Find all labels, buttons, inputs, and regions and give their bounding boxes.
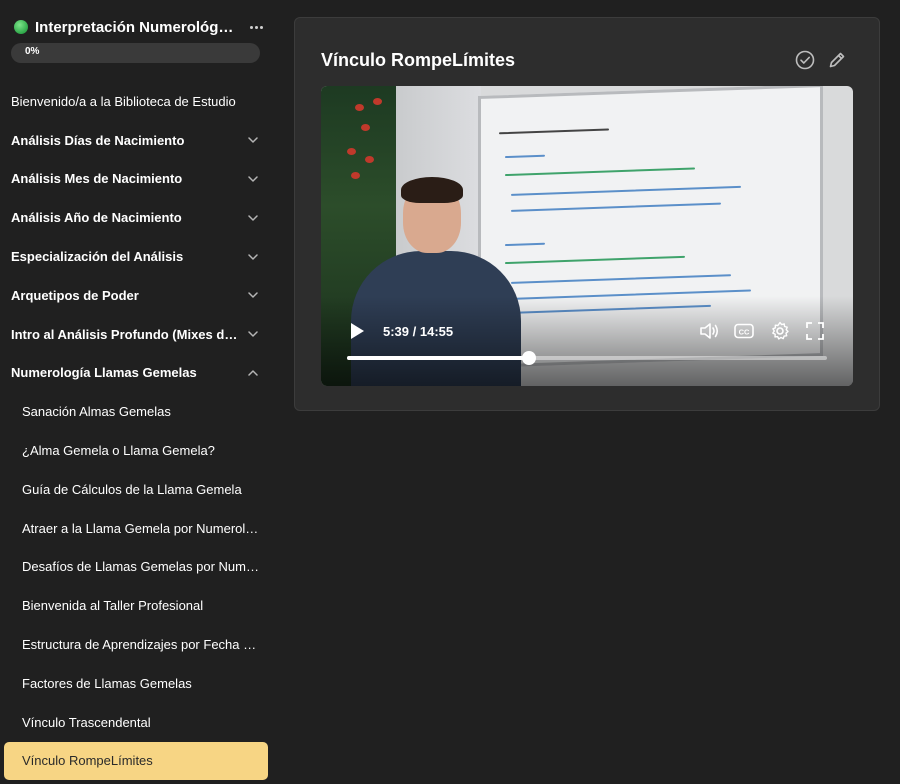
more-options-icon[interactable] xyxy=(246,17,266,37)
chevron-down-icon[interactable] xyxy=(246,288,260,302)
chevron-down-icon[interactable] xyxy=(246,211,260,225)
sidebar-section[interactable]: Numerología Llamas Gemelas xyxy=(0,354,274,393)
fullscreen-icon[interactable] xyxy=(804,320,826,342)
course-outline: Bienvenido/a a la Biblioteca de Estudio A… xyxy=(0,82,274,781)
video-seek-handle[interactable] xyxy=(521,351,536,365)
chevron-down-icon[interactable] xyxy=(246,327,260,341)
sidebar-item-label: Especialización del Análisis xyxy=(11,249,184,265)
play-icon[interactable] xyxy=(349,322,365,340)
sidebar-item[interactable]: Guía de Cálculos de la Llama Gemela xyxy=(0,470,274,509)
sidebar-item[interactable]: Factores de Llamas Gemelas xyxy=(0,664,274,703)
sidebar-item[interactable]: Sanación Almas Gemelas xyxy=(0,392,274,431)
sidebar-section[interactable]: Arquetipos de Poder xyxy=(0,276,274,315)
settings-icon[interactable] xyxy=(769,320,791,342)
sidebar-section[interactable]: Análisis Mes de Nacimiento xyxy=(0,160,274,199)
sidebar-item-label: Bienvenido/a a la Biblioteca de Estudio xyxy=(11,93,236,109)
course-progress-label: 0% xyxy=(25,46,40,57)
sidebar-item-label: Sanación Almas Gemelas xyxy=(22,404,171,420)
course-progress-bar: 0% xyxy=(11,43,260,63)
chevron-down-icon[interactable] xyxy=(246,250,260,264)
video-time: 5:39 / 14:55 xyxy=(383,324,454,339)
sidebar-item[interactable]: Atraer a la Llama Gemela por Numerología xyxy=(0,509,274,548)
sidebar-item-label: Análisis Días de Nacimiento xyxy=(11,132,185,148)
lesson-card: Vínculo RompeLímites 5:39 / 14:55 CC xyxy=(294,17,880,411)
sidebar-item-label: Intro al Análisis Profundo (Mixes de Núm… xyxy=(11,326,238,342)
sidebar: Interpretación Numerológica Avanzada 0% … xyxy=(0,0,274,784)
sidebar-item[interactable]: Estructura de Aprendizajes por Fecha de … xyxy=(0,625,274,664)
svg-text:CC: CC xyxy=(739,328,750,337)
video-seek-progress xyxy=(347,356,529,360)
sidebar-item-label: Estructura de Aprendizajes por Fecha de … xyxy=(22,637,260,653)
sidebar-item-label: Desafíos de Llamas Gemelas por Numerolog… xyxy=(22,559,260,575)
sidebar-section[interactable]: Especialización del Análisis xyxy=(0,237,274,276)
pencil-icon[interactable] xyxy=(827,50,847,70)
sidebar-item[interactable]: Vínculo Trascendental xyxy=(0,703,274,742)
sidebar-item[interactable]: Desafíos de Llamas Gemelas por Numerolog… xyxy=(0,548,274,587)
sidebar-item[interactable]: ¿Alma Gemela o Llama Gemela? xyxy=(0,431,274,470)
sidebar-item[interactable]: Bienvenida al Taller Profesional xyxy=(0,586,274,625)
sidebar-item-label: Atraer a la Llama Gemela por Numerología xyxy=(22,520,260,536)
sidebar-item-label: Vínculo Trascendental xyxy=(22,714,151,730)
check-circle-icon[interactable] xyxy=(795,50,815,70)
lesson-actions xyxy=(795,50,847,70)
sidebar-section[interactable]: Intro al Análisis Profundo (Mixes de Núm… xyxy=(0,315,274,354)
sidebar-item-label: Análisis Año de Nacimiento xyxy=(11,210,182,226)
video-seek-bar[interactable] xyxy=(347,351,827,365)
course-header: Interpretación Numerológica Avanzada xyxy=(14,17,266,37)
sidebar-section[interactable]: Análisis Días de Nacimiento xyxy=(0,121,274,160)
course-title: Interpretación Numerológica Avanzada xyxy=(35,18,235,36)
chevron-up-icon[interactable] xyxy=(246,366,260,380)
sidebar-item-label: Bienvenida al Taller Profesional xyxy=(22,598,204,614)
sidebar-item-label: Guía de Cálculos de la Llama Gemela xyxy=(22,481,242,497)
captions-icon[interactable]: CC xyxy=(733,320,755,342)
sidebar-item-label: ¿Alma Gemela o Llama Gemela? xyxy=(22,443,215,459)
chevron-down-icon[interactable] xyxy=(246,133,260,147)
sidebar-item[interactable]: Bienvenido/a a la Biblioteca de Estudio xyxy=(0,82,274,121)
sidebar-item-label: Factores de Llamas Gemelas xyxy=(22,675,192,691)
sidebar-item-label: Arquetipos de Poder xyxy=(11,287,139,303)
sidebar-item-label: Numerología Llamas Gemelas xyxy=(11,365,197,381)
chevron-down-icon[interactable] xyxy=(246,172,260,186)
video-player[interactable]: 5:39 / 14:55 CC xyxy=(321,86,853,386)
sidebar-item-label: Análisis Mes de Nacimiento xyxy=(11,171,183,187)
lesson-title: Vínculo RompeLímites xyxy=(321,50,516,70)
course-status-icon xyxy=(14,20,28,34)
volume-icon[interactable] xyxy=(698,320,720,342)
sidebar-item-label: Vínculo RompeLímites xyxy=(22,753,153,769)
sidebar-section[interactable]: Análisis Año de Nacimiento xyxy=(0,198,274,237)
sidebar-lesson-active[interactable]: Vínculo RompeLímites xyxy=(4,741,268,781)
